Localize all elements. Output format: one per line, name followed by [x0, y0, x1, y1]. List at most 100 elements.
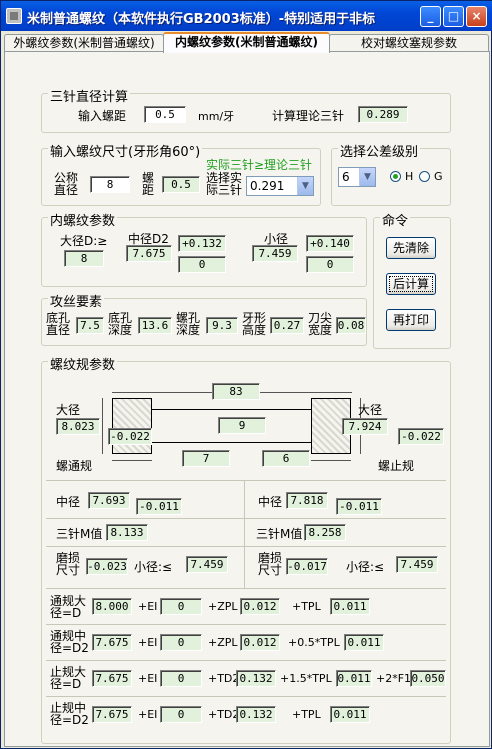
close-button[interactable]: ×	[466, 6, 487, 27]
pitch-input[interactable]: 0.5	[144, 106, 186, 123]
tpl-label: +TPL	[292, 600, 321, 613]
nogo-major-formula-base: 7.675	[92, 670, 132, 687]
nogo-minor-value: 7.459	[396, 556, 438, 573]
go-wear-value: -0.023	[86, 558, 128, 575]
nogo-m-value: 8.258	[304, 524, 346, 541]
go-gauge-label: 螺通规	[56, 459, 93, 473]
onehalf-tpl-label: +1.5*TPL	[280, 672, 332, 685]
tolerance-legend: 选择公差级别	[338, 141, 421, 160]
thread-depth-value: 9.3	[206, 317, 238, 334]
go-major-formula-base: 8.000	[92, 598, 132, 615]
go-pitch-value: 7.693	[88, 492, 130, 509]
hole-dia-label: 底孔直径	[46, 311, 71, 337]
pitch-dia-upper: +0.132	[178, 235, 226, 252]
pitch-dia-value: 7.675	[126, 245, 172, 262]
zpl-label: +ZPL	[208, 636, 238, 649]
choose-wire-select[interactable]: 0.291 ▼	[246, 176, 314, 196]
command-legend: 命令	[380, 210, 411, 229]
go-major-zpl: 0.012	[240, 598, 280, 615]
minimize-button[interactable]: _	[420, 6, 441, 27]
go-major-formula-label: 通规大径=D	[50, 594, 87, 620]
tab-external-thread[interactable]: 外螺纹参数(米制普通螺纹)	[4, 34, 164, 52]
nogo-pitch-tpl: 0.011	[330, 706, 370, 723]
tooth-height-value: 0.27	[270, 317, 304, 334]
main-window: 米制普通螺纹（本软件执行GB2003标准）-特别适用于非标 _ □ × 外螺纹参…	[0, 0, 492, 749]
go-pitch-label: 中径	[56, 495, 81, 509]
hole-dia-value: 7.5	[76, 317, 104, 334]
go-minor-label: 小径:≤	[134, 560, 173, 574]
command-group: 命令 先清除 后计算 再打印	[373, 210, 451, 349]
go-m-label: 三针M值	[56, 527, 103, 541]
nogo-major-f1: 0.050	[410, 670, 446, 687]
nominal-input[interactable]: 8	[90, 176, 130, 193]
ei-label: +EI	[138, 672, 158, 685]
nogo-pitch-formula-base: 7.675	[92, 706, 132, 723]
tolerance-group: 选择公差级别 6 ▼ H G	[331, 141, 451, 206]
print-button[interactable]: 再打印	[386, 309, 436, 331]
chevron-down-icon[interactable]: ▼	[297, 177, 313, 195]
radio-g[interactable]	[419, 171, 430, 182]
go-major-tpl: 0.011	[330, 598, 370, 615]
major-dia-label: 大径D:≥	[60, 234, 108, 248]
app-icon	[6, 8, 22, 24]
nogo-pitch-value: 7.818	[286, 492, 328, 509]
gauge-group: 螺纹规参数 83 9 大径 8.023 -0.022 7 螺通规 大径 7.92…	[41, 354, 451, 744]
nominal-label: 公称直径	[54, 171, 79, 197]
go-pitch-formula-label: 通规中径=D2	[50, 629, 89, 655]
total-length-value: 83	[212, 383, 260, 400]
tab-strip: 外螺纹参数(米制普通螺纹) 内螺纹参数(米制普通螺纹) 校对螺纹塞规参数	[4, 32, 490, 53]
size-pitch-label: 螺距	[142, 171, 155, 197]
radio-g-label: G	[434, 170, 443, 183]
radio-h-label: H	[405, 170, 414, 183]
f1-label: +2*F1	[376, 672, 412, 685]
nogo-pitch-label: 中径	[258, 495, 283, 509]
tolerance-grade-select[interactable]: 6 ▼	[338, 167, 376, 187]
tab-plug-gauge[interactable]: 校对螺纹塞规参数	[329, 34, 489, 52]
minor-dia-value: 7.459	[252, 245, 298, 262]
nogo-gauge-label: 螺止规	[378, 459, 415, 473]
nogo-major-td2: 0.132	[236, 670, 276, 687]
window-title: 米制普通螺纹（本软件执行GB2003标准）-特别适用于非标	[27, 12, 376, 27]
td2-label: +TD2	[208, 708, 240, 721]
nogo-major-tpl: 0.011	[336, 670, 372, 687]
nogo-m-label: 三针M值	[256, 527, 303, 541]
nogo-length-value: 6	[262, 450, 310, 467]
td2-label: +TD2	[208, 672, 240, 685]
nogo-wear-value: -0.017	[286, 558, 328, 575]
chevron-down-icon[interactable]: ▼	[359, 168, 375, 186]
nogo-major-value: 7.924	[342, 418, 388, 435]
title-bar[interactable]: 米制普通螺纹（本软件执行GB2003标准）-特别适用于非标 _ □ ×	[1, 1, 492, 31]
go-minor-value: 7.459	[186, 556, 228, 573]
nogo-major-ei: 0	[160, 670, 202, 687]
zpl-label: +ZPL	[208, 600, 238, 613]
mid-length-value: 9	[218, 417, 266, 434]
hole-depth-label: 底孔深度	[108, 311, 133, 337]
nogo-pitch-tol: -0.011	[336, 498, 382, 515]
choose-wire-label: 选择实际三针	[206, 171, 243, 197]
tapping-legend: 攻丝要素	[48, 291, 105, 310]
pitch-input-label: 输入螺距	[78, 109, 127, 123]
nogo-pitch-td2: 0.132	[236, 706, 276, 723]
radio-h[interactable]	[390, 171, 401, 182]
tapping-group: 攻丝要素 底孔直径 7.5 底孔深度 13.6 螺孔深度 9.3 牙形高度 0.…	[41, 291, 367, 346]
choose-wire-value: 0.291	[250, 179, 285, 193]
ei-label: +EI	[138, 636, 158, 649]
calculate-button[interactable]: 后计算	[386, 273, 436, 295]
go-pitch-formula-base: 7.675	[92, 634, 132, 651]
internal-params-group: 内螺纹参数 大径D:≥ 8 中径D2 7.675 +0.132 0 小径 7.4…	[41, 210, 367, 287]
maximize-button[interactable]: □	[443, 6, 464, 27]
tpl-label: +TPL	[292, 708, 321, 721]
nogo-major-tol: -0.022	[398, 428, 444, 445]
go-major-label: 大径	[56, 403, 81, 417]
nogo-major-label: 大径	[358, 403, 383, 417]
nogo-major-formula-label: 止规大径=D	[50, 665, 87, 691]
tab-internal-thread[interactable]: 内螺纹参数(米制普通螺纹)	[163, 32, 330, 53]
three-wire-legend: 三针直径计算	[48, 86, 131, 105]
nogo-minor-label: 小径:≤	[346, 560, 385, 574]
clear-button[interactable]: 先清除	[386, 237, 436, 259]
go-length-value: 7	[182, 450, 230, 467]
theory-wire-value: 0.289	[358, 106, 408, 123]
three-wire-group: 三针直径计算 输入螺距 0.5 mm/牙 计算理论三针 0.289	[41, 86, 451, 133]
tip-width-value: 0.08	[336, 317, 366, 334]
tolerance-grade-value: 6	[342, 170, 350, 184]
